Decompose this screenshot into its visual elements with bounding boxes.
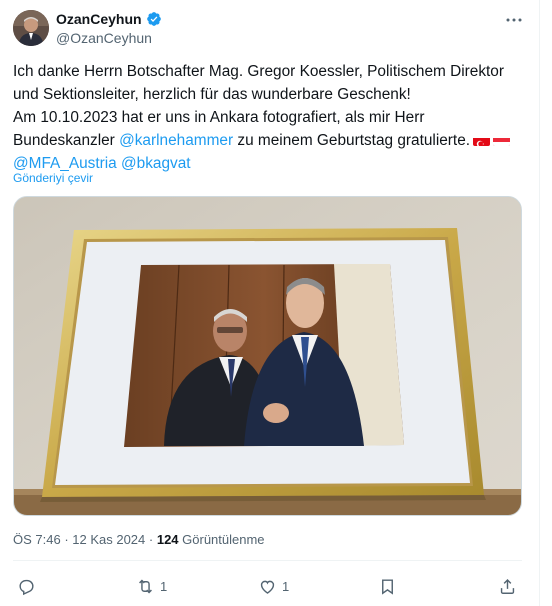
author-handle[interactable]: @OzanCeyhun (56, 30, 152, 46)
action-bar: 1 1 (13, 572, 522, 600)
reply-button[interactable] (17, 572, 41, 600)
views-count: 124 (156, 532, 179, 547)
translate-post-link[interactable]: Gönderiyi çevir (13, 171, 93, 185)
tweet-card: OzanCeyhun @OzanCeyhun Ich danke Herrn B… (0, 0, 540, 606)
author-display-name[interactable]: OzanCeyhun (56, 11, 142, 27)
views-label: Görüntülenme (178, 532, 265, 547)
mention-mfa-austria[interactable]: @MFA_Austria (13, 155, 117, 172)
share-button[interactable] (498, 572, 522, 600)
tweet-meta: ÖS 7:46 · 12 Kas 2024 · 124 Görüntülenme (13, 532, 265, 547)
meta-separator: · (60, 532, 73, 547)
tweet-line-4-prefix: Bundeskanzler (13, 132, 120, 149)
more-options-button[interactable] (503, 10, 525, 30)
framed-photo-image (14, 197, 521, 515)
author-name-line: OzanCeyhun (56, 11, 162, 27)
retweet-icon (139, 579, 152, 593)
tweet-line-4: Bundeskanzler @karlnehammer zu meinem Ge… (13, 129, 533, 152)
retweet-button[interactable]: 1 (136, 572, 167, 600)
tweet-line-4-suffix: zu meinem Geburtstag gratulierte. (233, 132, 471, 149)
verified-badge-icon (146, 11, 162, 27)
tweet-date[interactable]: 12 Kas 2024 (72, 532, 145, 547)
tweet-line-3: Am 10.10.2023 hat er uns in Ankara fotog… (13, 109, 425, 126)
retweet-count: 1 (160, 578, 168, 594)
tweet-line-2: und Sektionsleiter, herzlich für das wun… (13, 86, 411, 103)
heart-icon (260, 580, 275, 594)
turkey-flag-icon (473, 134, 491, 146)
mention-karlnehammer[interactable]: @karlnehammer (119, 132, 233, 149)
like-count: 1 (282, 578, 290, 594)
more-dots-icon (506, 18, 522, 22)
share-icon (500, 578, 515, 594)
divider (13, 560, 522, 561)
tweet-time[interactable]: ÖS 7:46 (13, 532, 61, 547)
mention-bkagvat[interactable]: @bkagvat (121, 155, 191, 172)
like-button[interactable]: 1 (258, 572, 289, 600)
tweet-text: Ich danke Herrn Botschafter Mag. Gregor … (13, 60, 533, 175)
tweet-line-1: Ich danke Herrn Botschafter Mag. Gregor … (13, 63, 504, 80)
author-avatar[interactable] (13, 10, 49, 46)
tweet-media-photo[interactable] (13, 196, 522, 516)
bookmark-button[interactable] (378, 572, 402, 600)
austria-flag-icon (493, 134, 511, 146)
bookmark-icon (382, 578, 393, 595)
meta-separator: · (145, 532, 157, 547)
reply-icon (19, 579, 34, 595)
